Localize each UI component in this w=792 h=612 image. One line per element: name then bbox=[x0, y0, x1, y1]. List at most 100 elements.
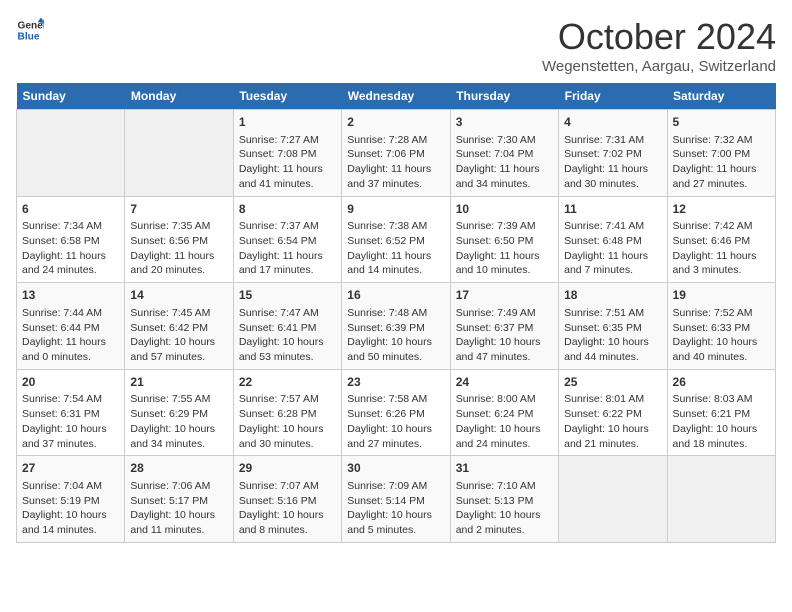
day-cell: 22Sunrise: 7:57 AMSunset: 6:28 PMDayligh… bbox=[233, 369, 341, 456]
day-cell bbox=[17, 110, 125, 197]
svg-text:Blue: Blue bbox=[18, 31, 40, 42]
week-row-4: 20Sunrise: 7:54 AMSunset: 6:31 PMDayligh… bbox=[17, 369, 776, 456]
day-header-monday: Monday bbox=[125, 83, 233, 110]
day-number: 30 bbox=[347, 460, 444, 477]
day-info: Sunrise: 7:28 AMSunset: 7:06 PMDaylight:… bbox=[347, 133, 444, 192]
day-number: 6 bbox=[22, 201, 119, 218]
day-number: 2 bbox=[347, 114, 444, 131]
day-info: Sunrise: 7:34 AMSunset: 6:58 PMDaylight:… bbox=[22, 219, 119, 278]
day-info: Sunrise: 7:41 AMSunset: 6:48 PMDaylight:… bbox=[564, 219, 661, 278]
day-header-wednesday: Wednesday bbox=[342, 83, 450, 110]
day-cell: 14 Sunrise: 7:45 AMSunset: 6:42 PMDayligh… bbox=[125, 283, 233, 370]
day-info: Sunrise: 7:42 AMSunset: 6:46 PMDaylight:… bbox=[673, 219, 770, 278]
day-number: 9 bbox=[347, 201, 444, 218]
day-cell: 11Sunrise: 7:41 AMSunset: 6:48 PMDayligh… bbox=[559, 196, 667, 283]
day-number: 28 bbox=[130, 460, 227, 477]
day-number: 17 bbox=[456, 287, 553, 304]
location: Wegenstetten, Aargau, Switzerland bbox=[542, 58, 776, 75]
day-info: Sunrise: 7:51 AMSunset: 6:35 PMDaylight:… bbox=[564, 306, 661, 365]
day-number: 1 bbox=[239, 114, 336, 131]
day-cell: 2 Sunrise: 7:28 AMSunset: 7:06 PMDaylight… bbox=[342, 110, 450, 197]
day-header-tuesday: Tuesday bbox=[233, 83, 341, 110]
day-number: 18 bbox=[564, 287, 661, 304]
day-info: Sunrise: 7:30 AMSunset: 7:04 PMDaylight:… bbox=[456, 133, 553, 192]
day-info: Sunrise: 7:09 AMSunset: 5:14 PMDaylight:… bbox=[347, 479, 444, 538]
day-header-friday: Friday bbox=[559, 83, 667, 110]
day-number: 3 bbox=[456, 114, 553, 131]
day-cell bbox=[667, 456, 775, 543]
day-number: 11 bbox=[564, 201, 661, 218]
day-info: Sunrise: 7:45 AMSunset: 6:42 PMDaylight:… bbox=[130, 306, 227, 365]
day-header-saturday: Saturday bbox=[667, 83, 775, 110]
day-number: 29 bbox=[239, 460, 336, 477]
day-info: Sunrise: 7:06 AMSunset: 5:17 PMDaylight:… bbox=[130, 479, 227, 538]
day-number: 13 bbox=[22, 287, 119, 304]
day-number: 23 bbox=[347, 374, 444, 391]
day-cell: 27Sunrise: 7:04 AMSunset: 5:19 PMDayligh… bbox=[17, 456, 125, 543]
day-info: Sunrise: 7:58 AMSunset: 6:26 PMDaylight:… bbox=[347, 392, 444, 451]
day-info: Sunrise: 7:32 AMSunset: 7:00 PMDaylight:… bbox=[673, 133, 770, 192]
day-number: 24 bbox=[456, 374, 553, 391]
day-header-thursday: Thursday bbox=[450, 83, 558, 110]
day-cell bbox=[125, 110, 233, 197]
day-info: Sunrise: 7:55 AMSunset: 6:29 PMDaylight:… bbox=[130, 392, 227, 451]
day-number: 16 bbox=[347, 287, 444, 304]
day-cell: 18 Sunrise: 7:51 AMSunset: 6:35 PMDayligh… bbox=[559, 283, 667, 370]
day-cell: 23Sunrise: 7:58 AMSunset: 6:26 PMDayligh… bbox=[342, 369, 450, 456]
day-number: 5 bbox=[673, 114, 770, 131]
week-row-5: 27Sunrise: 7:04 AMSunset: 5:19 PMDayligh… bbox=[17, 456, 776, 543]
day-cell: 5 Sunrise: 7:32 AMSunset: 7:00 PMDaylight… bbox=[667, 110, 775, 197]
day-number: 8 bbox=[239, 201, 336, 218]
day-cell: 3 Sunrise: 7:30 AMSunset: 7:04 PMDaylight… bbox=[450, 110, 558, 197]
week-row-2: 6Sunrise: 7:34 AMSunset: 6:58 PMDaylight… bbox=[17, 196, 776, 283]
day-info: Sunrise: 7:07 AMSunset: 5:16 PMDaylight:… bbox=[239, 479, 336, 538]
day-number: 12 bbox=[673, 201, 770, 218]
day-number: 21 bbox=[130, 374, 227, 391]
day-info: Sunrise: 7:44 AMSunset: 6:44 PMDaylight:… bbox=[22, 306, 119, 365]
title-section: October 2024 Wegenstetten, Aargau, Switz… bbox=[542, 16, 776, 75]
day-cell: 6Sunrise: 7:34 AMSunset: 6:58 PMDaylight… bbox=[17, 196, 125, 283]
day-info: Sunrise: 7:54 AMSunset: 6:31 PMDaylight:… bbox=[22, 392, 119, 451]
day-header-sunday: Sunday bbox=[17, 83, 125, 110]
day-cell: 21Sunrise: 7:55 AMSunset: 6:29 PMDayligh… bbox=[125, 369, 233, 456]
logo-icon: General Blue bbox=[16, 16, 44, 44]
day-info: Sunrise: 8:00 AMSunset: 6:24 PMDaylight:… bbox=[456, 392, 553, 451]
header-row: SundayMondayTuesdayWednesdayThursdayFrid… bbox=[17, 83, 776, 110]
day-number: 22 bbox=[239, 374, 336, 391]
day-cell: 25Sunrise: 8:01 AMSunset: 6:22 PMDayligh… bbox=[559, 369, 667, 456]
day-info: Sunrise: 7:37 AMSunset: 6:54 PMDaylight:… bbox=[239, 219, 336, 278]
day-info: Sunrise: 7:27 AMSunset: 7:08 PMDaylight:… bbox=[239, 133, 336, 192]
day-cell: 12Sunrise: 7:42 AMSunset: 6:46 PMDayligh… bbox=[667, 196, 775, 283]
page-header: General Blue October 2024 Wegenstetten, … bbox=[16, 16, 776, 75]
day-number: 14 bbox=[130, 287, 227, 304]
day-cell: 28 Sunrise: 7:06 AMSunset: 5:17 PMDayligh… bbox=[125, 456, 233, 543]
day-info: Sunrise: 7:10 AMSunset: 5:13 PMDaylight:… bbox=[456, 479, 553, 538]
day-cell: 10Sunrise: 7:39 AMSunset: 6:50 PMDayligh… bbox=[450, 196, 558, 283]
day-cell: 9Sunrise: 7:38 AMSunset: 6:52 PMDaylight… bbox=[342, 196, 450, 283]
week-row-3: 13 Sunrise: 7:44 AMSunset: 6:44 PMDayligh… bbox=[17, 283, 776, 370]
day-cell: 16Sunrise: 7:48 AMSunset: 6:39 PMDayligh… bbox=[342, 283, 450, 370]
day-cell: 29 Sunrise: 7:07 AMSunset: 5:16 PMDayligh… bbox=[233, 456, 341, 543]
day-number: 31 bbox=[456, 460, 553, 477]
day-info: Sunrise: 8:03 AMSunset: 6:21 PMDaylight:… bbox=[673, 392, 770, 451]
day-info: Sunrise: 7:39 AMSunset: 6:50 PMDaylight:… bbox=[456, 219, 553, 278]
day-cell: 15Sunrise: 7:47 AMSunset: 6:41 PMDayligh… bbox=[233, 283, 341, 370]
day-cell: 13 Sunrise: 7:44 AMSunset: 6:44 PMDayligh… bbox=[17, 283, 125, 370]
day-number: 26 bbox=[673, 374, 770, 391]
day-cell: 24Sunrise: 8:00 AMSunset: 6:24 PMDayligh… bbox=[450, 369, 558, 456]
day-cell: 8Sunrise: 7:37 AMSunset: 6:54 PMDaylight… bbox=[233, 196, 341, 283]
day-number: 27 bbox=[22, 460, 119, 477]
day-info: Sunrise: 8:01 AMSunset: 6:22 PMDaylight:… bbox=[564, 392, 661, 451]
day-number: 20 bbox=[22, 374, 119, 391]
day-cell: 4Sunrise: 7:31 AMSunset: 7:02 PMDaylight… bbox=[559, 110, 667, 197]
logo: General Blue bbox=[16, 16, 44, 44]
day-info: Sunrise: 7:47 AMSunset: 6:41 PMDaylight:… bbox=[239, 306, 336, 365]
day-cell: 30 Sunrise: 7:09 AMSunset: 5:14 PMDayligh… bbox=[342, 456, 450, 543]
day-number: 25 bbox=[564, 374, 661, 391]
day-number: 4 bbox=[564, 114, 661, 131]
day-info: Sunrise: 7:38 AMSunset: 6:52 PMDaylight:… bbox=[347, 219, 444, 278]
day-number: 10 bbox=[456, 201, 553, 218]
day-cell: 19Sunrise: 7:52 AMSunset: 6:33 PMDayligh… bbox=[667, 283, 775, 370]
day-cell: 20Sunrise: 7:54 AMSunset: 6:31 PMDayligh… bbox=[17, 369, 125, 456]
day-info: Sunrise: 7:52 AMSunset: 6:33 PMDaylight:… bbox=[673, 306, 770, 365]
